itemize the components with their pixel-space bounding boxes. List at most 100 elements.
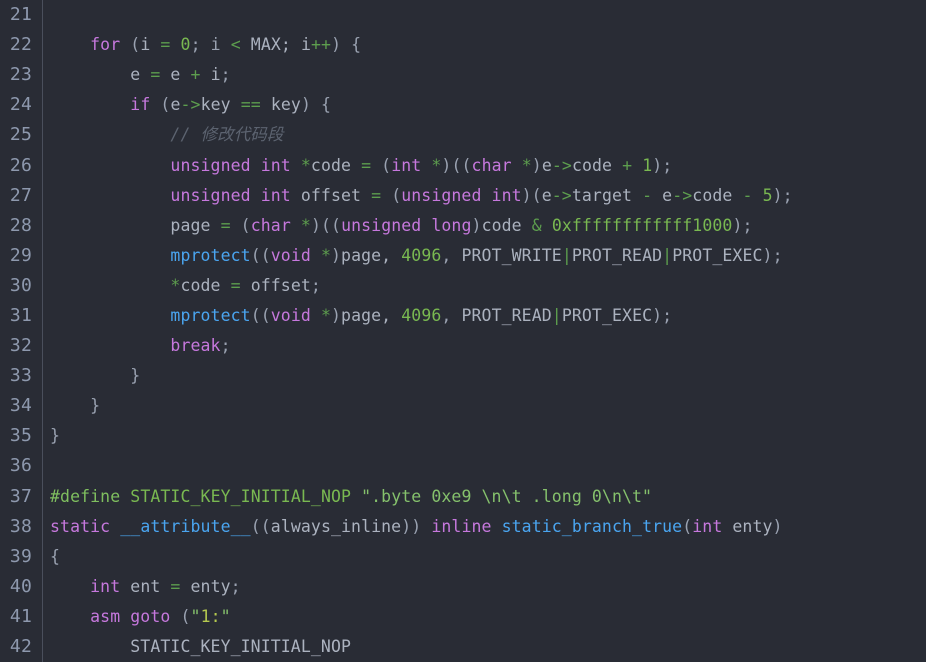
code-line-content[interactable]: break; <box>41 331 926 361</box>
code-line-content[interactable]: mprotect((void *)page, 4096, PROT_READ|P… <box>41 301 926 331</box>
code-line[interactable]: 35} <box>0 421 926 451</box>
code-editor[interactable]: 21 22 for (i = 0; i < MAX; i++) {23 e = e… <box>0 0 926 662</box>
line-number[interactable]: 32 <box>0 331 41 361</box>
code-line[interactable]: 28 page = (char *)((unsigned long)code &… <box>0 211 926 241</box>
line-number[interactable]: 25 <box>0 120 41 150</box>
code-area[interactable]: 21 22 for (i = 0; i < MAX; i++) {23 e = e… <box>0 0 926 662</box>
code-token: , <box>441 245 462 265</box>
code-token: * <box>300 215 311 235</box>
code-line-content[interactable]: unsigned int offset = (unsigned int)(e->… <box>41 181 926 211</box>
code-line[interactable]: 36 <box>0 451 926 481</box>
code-token: = <box>220 215 231 235</box>
code-line[interactable]: 23 e = e + i; <box>0 60 926 90</box>
code-line[interactable]: 39 { <box>0 542 926 572</box>
code-line-content[interactable]: // 修改代码段 <box>41 120 926 150</box>
code-line[interactable]: 38 static __attribute__((always_inline)) … <box>0 512 926 542</box>
code-line-content[interactable]: *code = offset; <box>41 271 926 301</box>
line-number[interactable]: 41 <box>0 602 41 632</box>
line-number[interactable]: 24 <box>0 90 41 120</box>
code-line[interactable]: 30 *code = offset; <box>0 271 926 301</box>
code-token: | <box>662 245 673 265</box>
code-line-content[interactable]: mprotect((void *)page, 4096, PROT_WRITE|… <box>41 241 926 271</box>
code-token: ( <box>160 95 171 115</box>
code-line-content[interactable]: e = e + i; <box>41 60 926 90</box>
code-token: static_branch_true <box>501 516 683 536</box>
line-number[interactable]: 30 <box>0 271 41 301</box>
code-line[interactable]: 29 mprotect((void *)page, 4096, PROT_WRI… <box>0 241 926 271</box>
code-line[interactable]: 40 int ent = enty; <box>0 572 926 602</box>
code-line[interactable]: 21 <box>0 0 926 30</box>
code-line[interactable]: 33 } <box>0 361 926 391</box>
code-line[interactable]: 31 mprotect((void *)page, 4096, PROT_REA… <box>0 301 926 331</box>
line-number[interactable]: 37 <box>0 482 41 512</box>
code-token: ( <box>240 215 251 235</box>
line-number[interactable]: 28 <box>0 211 41 241</box>
code-line-content[interactable]: #define STATIC_KEY_INITIAL_NOP ".byte 0x… <box>41 482 926 512</box>
code-token: e <box>160 65 191 85</box>
code-token: ; <box>220 65 231 85</box>
code-line[interactable]: 25 // 修改代码段 <box>0 120 926 150</box>
line-number[interactable]: 22 <box>0 30 41 60</box>
code-token: code <box>692 185 743 205</box>
line-number[interactable]: 35 <box>0 421 41 451</box>
line-number[interactable]: 39 <box>0 542 41 572</box>
code-line[interactable]: 26 unsigned int *code = (int *)((char *)… <box>0 150 926 180</box>
code-token: enty <box>180 576 231 596</box>
line-number[interactable]: 34 <box>0 391 41 421</box>
line-number[interactable]: 23 <box>0 60 41 90</box>
code-line-content[interactable]: asm goto ("1:" <box>41 602 926 632</box>
code-line[interactable]: 27 unsigned int offset = (unsigned int)(… <box>0 181 926 211</box>
code-token: ; i <box>190 35 231 55</box>
line-number[interactable]: 26 <box>0 151 41 181</box>
line-number[interactable]: 27 <box>0 181 41 211</box>
code-line-content[interactable]: static __attribute__((always_inline)) in… <box>41 512 926 542</box>
code-token: code <box>180 275 231 295</box>
code-line-content[interactable]: STATIC_KEY_INITIAL_NOP <box>41 632 926 662</box>
code-token: page, <box>341 245 402 265</box>
code-line-content[interactable]: page = (char *)((unsigned long)code & 0x… <box>41 211 926 241</box>
code-line[interactable]: 32 break; <box>0 331 926 361</box>
line-number[interactable]: 38 <box>0 512 41 542</box>
line-number[interactable]: 36 <box>0 451 41 481</box>
line-number[interactable]: 21 <box>0 0 41 30</box>
code-token: * <box>521 155 532 175</box>
line-number[interactable]: 33 <box>0 361 41 391</box>
code-line-content[interactable]: for (i = 0; i < MAX; i++) { <box>41 30 926 60</box>
code-token: unsigned int <box>170 155 291 175</box>
code-token: int <box>391 155 422 175</box>
code-line[interactable]: 41 asm goto ("1:" <box>0 602 926 632</box>
code-line-content[interactable]: } <box>41 391 926 421</box>
code-token: ( <box>682 516 693 536</box>
code-token: ); <box>772 185 793 205</box>
code-line[interactable]: 37 #define STATIC_KEY_INITIAL_NOP ".byte … <box>0 482 926 512</box>
code-line[interactable]: 24 if (e->key == key) { <box>0 90 926 120</box>
code-line-content[interactable]: int ent = enty; <box>41 572 926 602</box>
code-line-content[interactable]: if (e->key == key) { <box>41 90 926 120</box>
code-line[interactable]: 22 for (i = 0; i < MAX; i++) { <box>0 30 926 60</box>
code-token: ; <box>220 336 231 356</box>
code-token: == <box>240 95 261 115</box>
code-line-content[interactable]: unsigned int *code = (int *)((char *)e->… <box>41 151 926 181</box>
code-token: ++ <box>311 35 332 55</box>
code-line-content[interactable]: { <box>41 542 926 572</box>
code-line-content[interactable]: } <box>41 361 926 391</box>
line-number[interactable]: 29 <box>0 241 41 271</box>
code-token: int <box>692 516 723 536</box>
code-line[interactable]: 34 } <box>0 391 926 421</box>
code-token: page <box>50 215 221 235</box>
code-token: ; <box>230 576 241 596</box>
code-lines[interactable]: 21 22 for (i = 0; i < MAX; i++) {23 e = e… <box>0 0 926 662</box>
code-token: key <box>200 95 241 115</box>
code-line-content[interactable]: } <box>41 421 926 451</box>
line-number[interactable]: 42 <box>0 632 41 662</box>
line-number[interactable]: 40 <box>0 572 41 602</box>
line-number[interactable]: 31 <box>0 301 41 331</box>
code-line[interactable]: 42 STATIC_KEY_INITIAL_NOP <box>0 632 926 662</box>
